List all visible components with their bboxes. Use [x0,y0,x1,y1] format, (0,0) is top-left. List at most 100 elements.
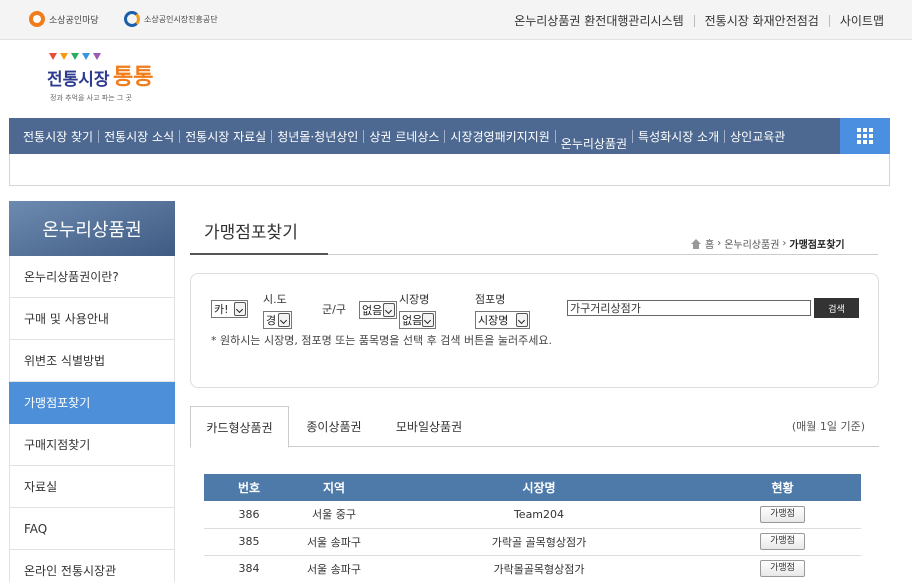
fire-safety-link[interactable]: 전통시장 화재안전점검 [705,12,819,29]
sbiz-market-link[interactable]: 소상공인마당 [29,11,99,27]
sido-select[interactable]: 경 [263,311,292,329]
nav-market-news[interactable]: 전통시장 소식 [104,128,174,145]
market-value: 없음 [402,314,423,327]
nav-specialized-market[interactable]: 특성화시장 소개 [638,128,719,145]
nav-merchant-education[interactable]: 상인교육관 [730,128,785,145]
search-note: * 원하시는 시장명, 점포명 또는 품목명을 선택 후 검색 버튼을 눌러주세… [211,334,552,347]
nav-renaissance[interactable]: 상권 르네상스 [369,128,439,145]
store-table: 번호 지역 시장명 현황 386 서울 중구 Team204 가맹점 385 서… [204,474,861,582]
breadcrumb-onnuri[interactable]: 온누리상품권 [724,236,779,251]
table-row: 384 서울 송파구 가락몰골목형상점가 가맹점 [204,555,861,582]
cell-status: 가맹점 [704,501,861,529]
main-nav: 전통시장 찾기 전통시장 소식 전통시장 자료실 청년몰·청년상인 상권 르네상… [9,118,890,154]
all-menu-button[interactable] [840,118,890,154]
divider [724,129,726,143]
chevron-down-icon [422,313,434,327]
table-header: 번호 지역 시장명 현황 [204,474,861,501]
tab-card-voucher[interactable]: 카드형상품권 [190,406,289,448]
nav-youth-mall[interactable]: 청년몰·청년상인 [277,128,358,145]
column-header-region: 지역 [294,474,374,501]
tab-paper-voucher[interactable]: 종이상품권 [289,406,379,447]
nav-onnuri-voucher[interactable]: 온누리상품권 [561,135,627,152]
column-header-status: 현황 [704,474,861,501]
cell-no: 386 [204,501,294,529]
table-row: 385 서울 송파구 가락골 골목형상점가 가맹점 [204,528,861,556]
market-label: 시장명 [399,293,430,306]
column-header-no: 번호 [204,474,294,501]
semas-link[interactable]: 소상공인시장진흥공단 [124,11,218,27]
column-header-market: 시장명 [374,474,704,501]
cell-no: 385 [204,528,294,556]
gugun-label: 군/구 [322,303,346,316]
affiliate-status-button[interactable]: 가맹점 [760,560,805,577]
nav-management-package[interactable]: 시장경영패키지지원 [450,128,549,145]
bunting-flags-icon [49,53,101,60]
chevron-right-icon: › [782,238,787,249]
logo-name-main: 전통시장 [47,70,110,90]
nav-market-search[interactable]: 전통시장 찾기 [23,128,93,145]
home-icon [690,238,702,249]
sido-label: 시.도 [263,293,287,306]
store-label: 점포명 [475,293,506,306]
chevron-down-icon [516,313,528,327]
sitemap-link[interactable]: 사이트맵 [840,12,884,29]
chevron-down-icon [278,313,290,327]
sidebar-item-faq[interactable]: FAQ [9,508,175,550]
cell-market: 가락몰골목형상점가 [374,555,704,582]
sidebar-item-store-search[interactable]: 가맹점포찾기 [9,382,175,424]
sidebar-item-library[interactable]: 자료실 [9,466,175,508]
sidebar-item-branch-search[interactable]: 구매지점찾기 [9,424,175,466]
breadcrumb-current: 가맹점포찾기 [789,240,845,251]
search-input[interactable] [567,300,811,316]
semas-label: 소상공인시장진흥공단 [144,14,218,24]
logo-name-accent: 통통 [113,65,154,90]
sidebar-item-counterfeit[interactable]: 위변조 식별방법 [9,340,175,382]
search-button[interactable]: 검색 [814,298,859,318]
sbiz-logo-icon [29,11,45,27]
table-row: 386 서울 중구 Team204 가맹점 [204,501,861,529]
affiliate-status-button[interactable]: 가맹점 [760,505,805,523]
sidebar: 온누리상품권 온누리상품권이란? 구매 및 사용안내 위변조 식별방법 가맹점포… [9,201,175,582]
site-logo[interactable]: 전통시장 통통 정과 추억을 사고 파는 그 곳 [47,53,157,105]
divider [179,129,181,143]
exchange-system-link[interactable]: 온누리상품권 환전대행관리시스템 [514,12,683,29]
chevron-right-icon: › [717,238,722,249]
divider [828,14,830,27]
voucher-tabs: 카드형상품권 종이상품권 모바일상품권 (매월 1일 기준) [190,406,879,448]
gugun-select[interactable]: 없음 [359,301,397,319]
tab-basis-note: (매월 1일 기준) [791,420,865,433]
store-select[interactable]: 시장명 [475,311,530,329]
cell-status: 가맹점 [704,528,861,556]
store-value: 시장명 [478,314,509,327]
chevron-down-icon [383,303,395,317]
divider [632,129,634,143]
divider [98,129,100,143]
divider [693,14,695,27]
cell-status: 가맹점 [704,555,861,582]
tab-mobile-voucher[interactable]: 모바일상품권 [379,406,479,447]
sidebar-title: 온누리상품권 [9,201,175,256]
submenu-bar [9,154,890,186]
market-select[interactable]: 없음 [399,311,436,329]
sidebar-item-guide[interactable]: 구매 및 사용안내 [9,298,175,340]
cell-market: Team204 [374,501,704,529]
affiliate-status-button[interactable]: 가맹점 [760,533,805,550]
divider [363,129,365,143]
divider [271,129,273,143]
voucher-type-value: 카! [214,303,229,316]
grid-menu-icon [857,128,873,144]
cell-region: 서울 송파구 [294,555,374,582]
cell-market: 가락골 골목형상점가 [374,528,704,556]
nav-market-library[interactable]: 전통시장 자료실 [185,128,266,145]
sidebar-item-online-market[interactable]: 온라인 전통시장관 [9,550,175,582]
breadcrumb-home[interactable]: 홈 [705,236,714,251]
divider [444,129,446,143]
cell-region: 서울 중구 [294,501,374,529]
title-divider [328,254,878,255]
page-title: 가맹점포찾기 [190,218,328,255]
gugun-value: 없음 [362,304,383,317]
sidebar-item-about[interactable]: 온누리상품권이란? [9,256,175,298]
voucher-type-select[interactable]: 카! [211,300,248,318]
top-links: 온누리상품권 환전대행관리시스템 전통시장 화재안전점검 사이트맵 [514,12,884,29]
logo-tagline: 정과 추억을 사고 파는 그 곳 [50,94,132,102]
